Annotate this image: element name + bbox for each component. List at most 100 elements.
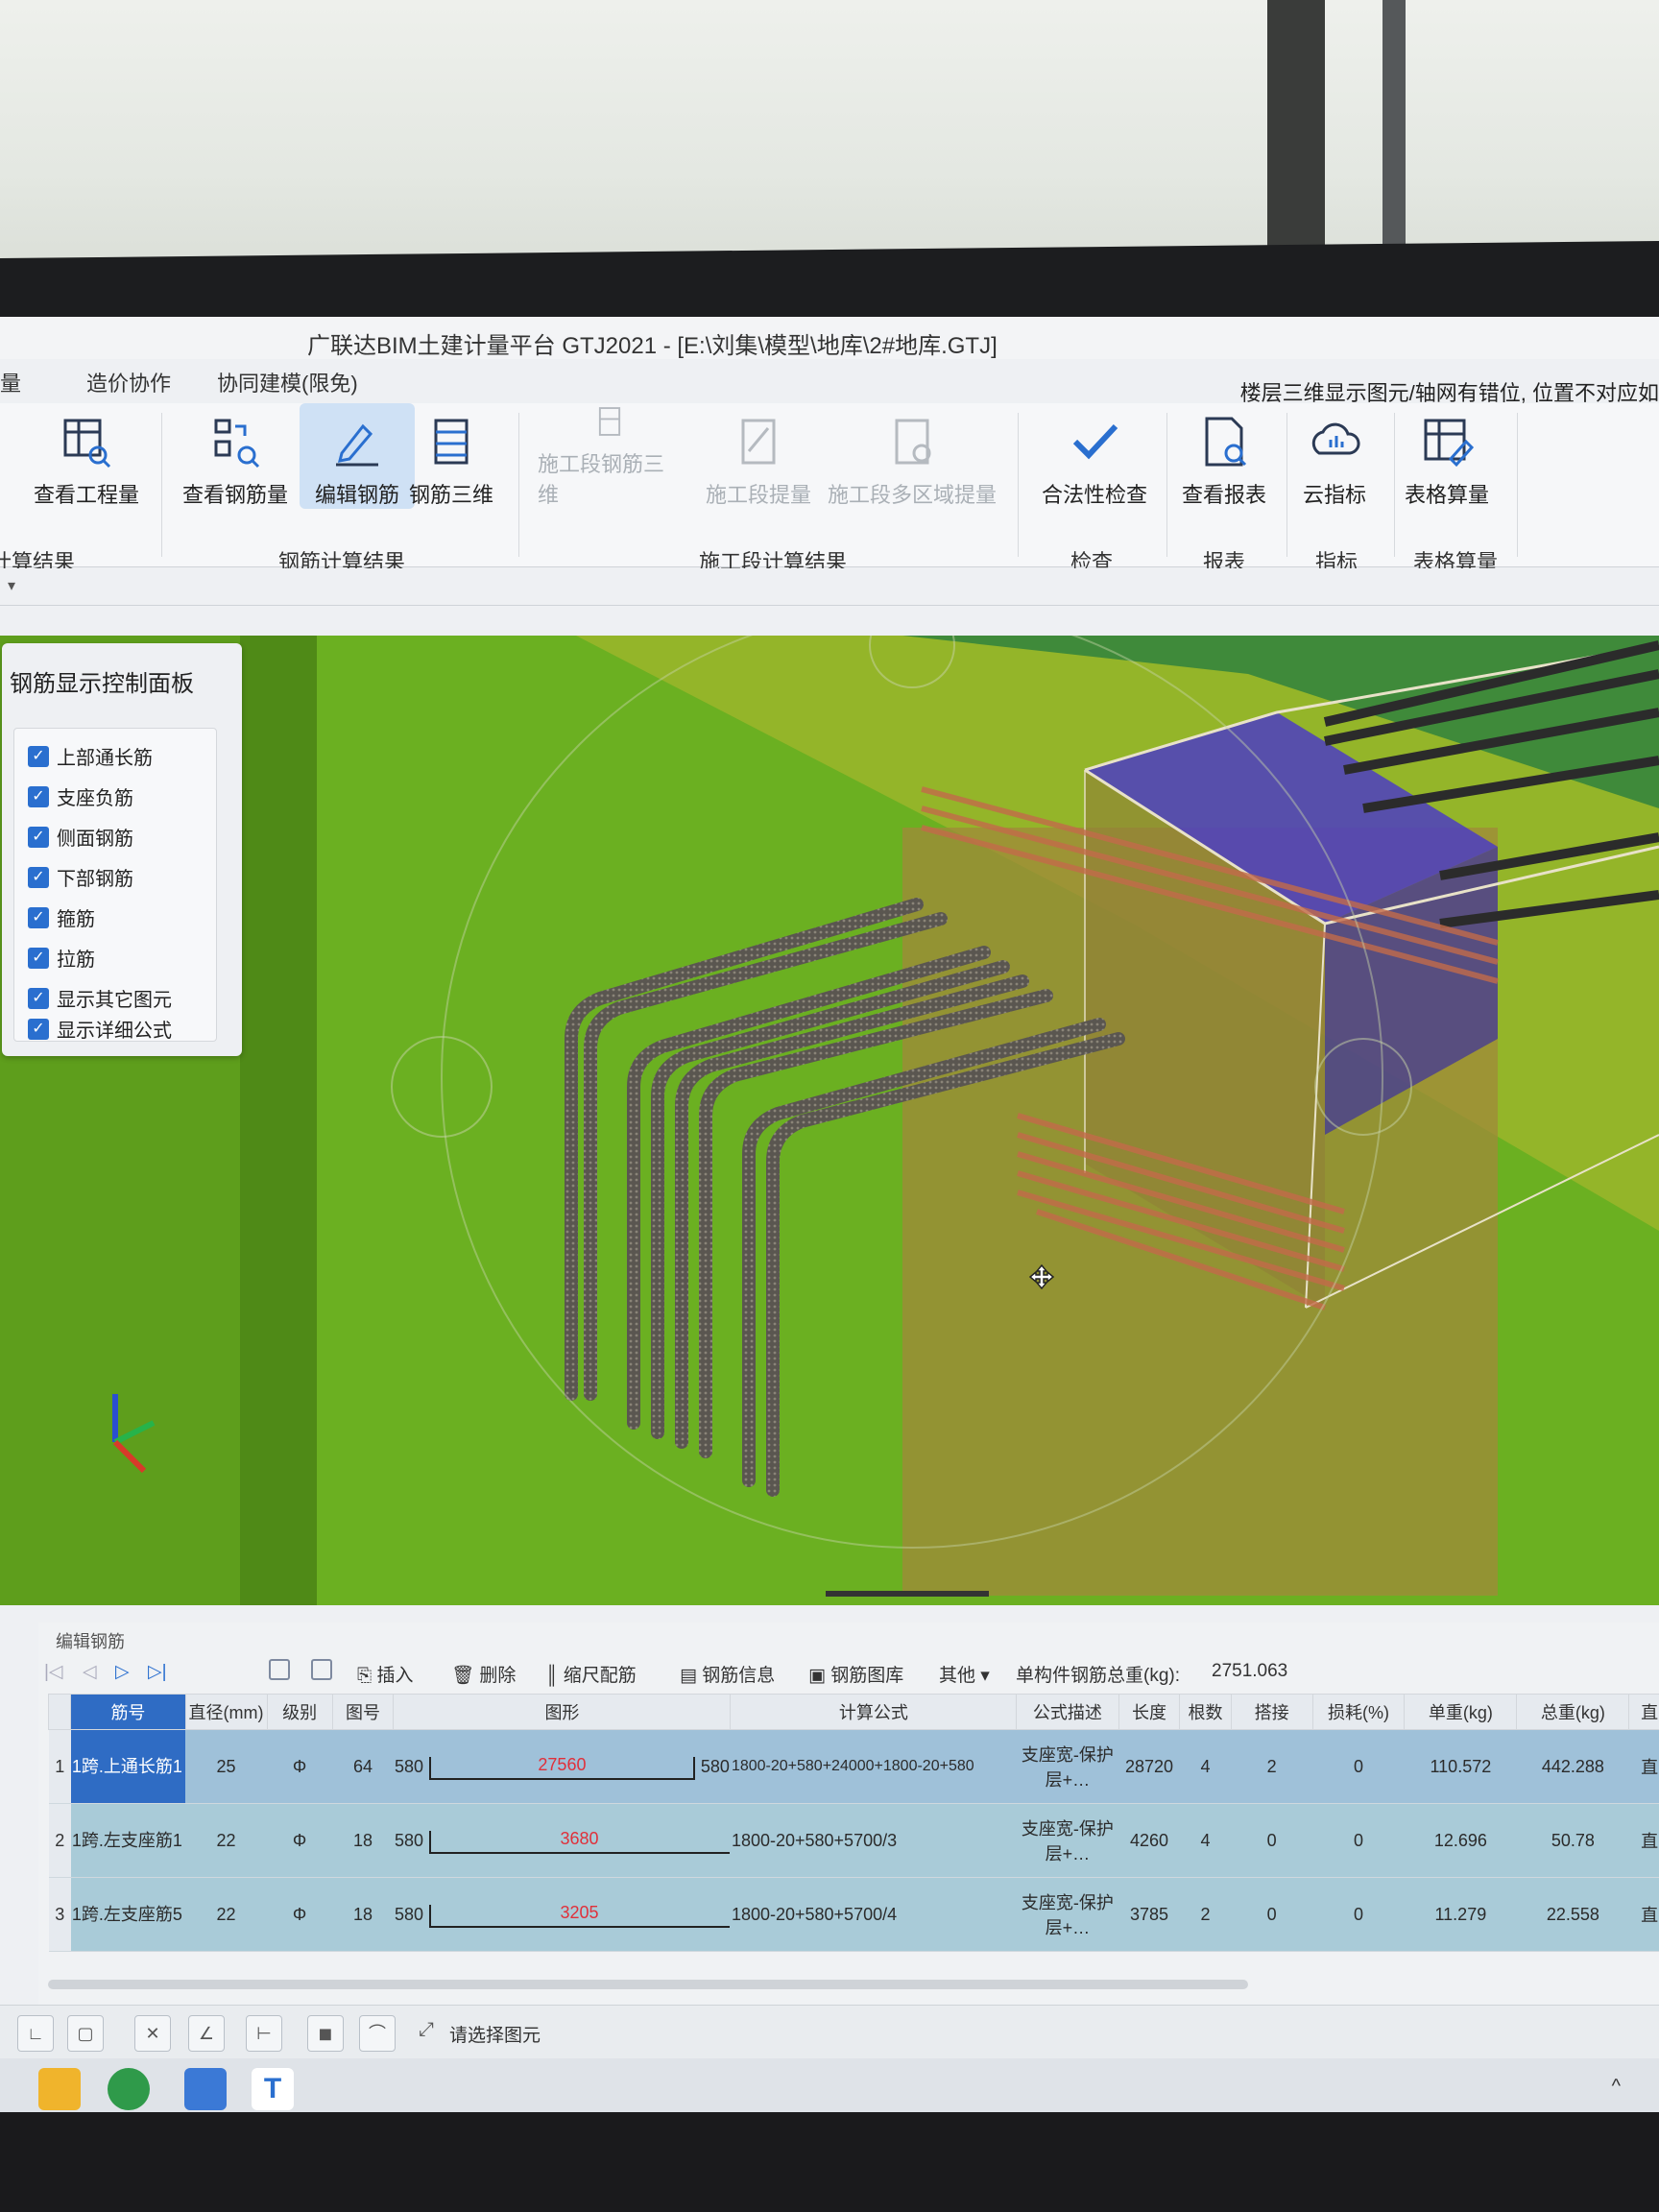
length-cell[interactable]: 3785: [1118, 1877, 1180, 1952]
diameter-cell[interactable]: 22: [185, 1803, 268, 1878]
stage-quantity-button[interactable]: 施工段提量: [691, 403, 826, 509]
grade-cell[interactable]: Φ: [267, 1729, 333, 1804]
menu-item-collab-modeling[interactable]: 协同建模(限免): [217, 367, 358, 401]
prev-icon[interactable]: ◁: [83, 1661, 97, 1683]
unit-weight-cell[interactable]: 12.696: [1404, 1803, 1517, 1878]
diameter-cell[interactable]: 25: [185, 1729, 268, 1804]
ribbon-button-partial[interactable]: 式: [0, 403, 19, 509]
loss-cell[interactable]: 0: [1312, 1803, 1405, 1878]
column-header[interactable]: 直径(mm): [184, 1694, 268, 1730]
view-rebar-quantity-button[interactable]: 查看钢筋量: [178, 403, 293, 509]
angle-icon[interactable]: ∠: [188, 2015, 225, 2052]
lap-cell[interactable]: 2: [1231, 1729, 1313, 1804]
scale-rebar-button[interactable]: ║ 缩尺配筋: [545, 1661, 637, 1687]
checkbox-show-formula[interactable]: ✓ 显示详细公式: [28, 1015, 172, 1043]
column-header[interactable]: 损耗(%): [1311, 1694, 1406, 1730]
unit-weight-cell[interactable]: 11.279: [1404, 1877, 1517, 1952]
validity-check-button[interactable]: 合法性检查: [1032, 403, 1157, 509]
rebar-library-button[interactable]: ▣ 钢筋图库: [808, 1661, 903, 1687]
lap-cell[interactable]: 0: [1231, 1803, 1313, 1878]
checkbox-stirrup[interactable]: ✓ 箍筋: [28, 903, 95, 931]
insert-above-icon[interactable]: [269, 1659, 290, 1680]
count-cell[interactable]: 4: [1179, 1729, 1232, 1804]
view-report-button[interactable]: 查看报表: [1166, 403, 1282, 509]
next-icon[interactable]: ▷: [115, 1661, 130, 1683]
column-header[interactable]: 计算公式: [730, 1694, 1018, 1730]
checkbox-support-negative[interactable]: ✓ 支座负筋: [28, 782, 133, 810]
text-editor-icon[interactable]: T: [252, 2068, 294, 2110]
total-weight-cell[interactable]: 22.558: [1516, 1877, 1629, 1952]
loss-cell[interactable]: 0: [1312, 1877, 1405, 1952]
figure-number-cell[interactable]: 64: [332, 1729, 394, 1804]
count-cell[interactable]: 2: [1179, 1877, 1232, 1952]
rebar-name-cell[interactable]: 1跨.上通长筋1: [70, 1729, 185, 1804]
stage-rebar-3d-button[interactable]: 施工段钢筋三维: [538, 403, 682, 509]
grade-cell[interactable]: Φ: [267, 1803, 333, 1878]
last-icon[interactable]: ▷|: [148, 1661, 167, 1683]
shape-cell[interactable]: 580 3680: [393, 1803, 731, 1878]
checkbox-top-continuous[interactable]: ✓ 上部通长筋: [28, 742, 153, 770]
line-tool-icon[interactable]: ⊢: [246, 2015, 282, 2052]
column-header[interactable]: 根数: [1179, 1694, 1232, 1730]
rebar-3d-button[interactable]: 钢筋三维: [394, 403, 509, 509]
checkbox-tie-bar[interactable]: ✓ 拉筋: [28, 944, 95, 972]
menu-item-quantity[interactable]: 量: [0, 367, 21, 401]
shape-cell[interactable]: 580 3205: [393, 1877, 731, 1952]
formula-desc-cell[interactable]: 支座宽-保护层+…: [1016, 1803, 1119, 1878]
delete-button[interactable]: 🗑 删除: [451, 1661, 516, 1687]
corner-snap-icon[interactable]: ∟: [17, 2015, 54, 2052]
formula-desc-cell[interactable]: 支座宽-保护层+…: [1016, 1877, 1119, 1952]
rebar-info-button[interactable]: ▤ 钢筋信息: [680, 1661, 775, 1687]
gtj-app-icon[interactable]: [184, 2068, 227, 2110]
insert-below-icon[interactable]: [311, 1659, 332, 1680]
stage-multi-region-button[interactable]: 施工段多区域提量: [826, 403, 998, 509]
column-header[interactable]: 长度: [1118, 1694, 1181, 1730]
3d-viewport[interactable]: 钢筋显示控制面板 ✓ 上部通长筋 ✓ 支座负筋 ✓ 侧面钢筋 ✓ 下部钢筋 ✓ 箍筋 ✓ 拉…: [0, 636, 1659, 1605]
first-icon[interactable]: |◁: [44, 1661, 63, 1683]
table-row[interactable]: 1 1跨.上通长筋1 25 Φ 64 580 27560 580 1800-20…: [48, 1729, 1659, 1804]
close-icon[interactable]: ✕: [134, 2015, 171, 2052]
extra-cell[interactable]: 直: [1628, 1803, 1659, 1878]
loss-cell[interactable]: 0: [1312, 1729, 1405, 1804]
checkbox-show-other[interactable]: ✓ 显示其它图元: [28, 984, 172, 1012]
viewport-splitter[interactable]: [826, 1591, 989, 1597]
rebar-name-cell[interactable]: 1跨.左支座筋1: [70, 1803, 185, 1878]
shape-cell[interactable]: 580 27560 580: [393, 1729, 731, 1804]
column-header[interactable]: 直: [1628, 1694, 1659, 1730]
extra-cell[interactable]: 直: [1628, 1729, 1659, 1804]
formula-desc-cell[interactable]: 支座宽-保护层+…: [1016, 1729, 1119, 1804]
extra-cell[interactable]: 直: [1628, 1877, 1659, 1952]
diameter-cell[interactable]: 22: [185, 1877, 268, 1952]
column-header[interactable]: 级别: [266, 1694, 333, 1730]
folder-icon[interactable]: [38, 2068, 81, 2110]
menu-item-cost-collab[interactable]: 造价协作: [86, 367, 171, 401]
column-header[interactable]: 单重(kg): [1404, 1694, 1518, 1730]
formula-cell[interactable]: 1800-20+580+24000+1800-20+580: [730, 1729, 1017, 1804]
column-header[interactable]: 搭接: [1230, 1694, 1313, 1730]
horizontal-scrollbar[interactable]: [48, 1980, 1248, 1989]
insert-button[interactable]: ⎘ 插入: [357, 1661, 414, 1687]
total-weight-cell[interactable]: 50.78: [1516, 1803, 1629, 1878]
grade-cell[interactable]: Φ: [267, 1877, 333, 1952]
chevron-up-icon[interactable]: ^: [1612, 2076, 1621, 2098]
column-header[interactable]: 公式描述: [1016, 1694, 1119, 1730]
column-header[interactable]: 图号: [331, 1694, 395, 1730]
formula-cell[interactable]: 1800-20+580+5700/4: [730, 1877, 1017, 1952]
figure-number-cell[interactable]: 18: [332, 1803, 394, 1878]
table-row[interactable]: 2 1跨.左支座筋1 22 Φ 18 580 3680 1800-20+580+…: [48, 1803, 1659, 1878]
chevron-down-icon[interactable]: ▾: [8, 576, 15, 595]
rebar-name-cell[interactable]: 1跨.左支座筋5: [70, 1877, 185, 1952]
column-header[interactable]: 图形: [393, 1694, 732, 1730]
column-header[interactable]: 总重(kg): [1516, 1694, 1630, 1730]
lap-cell[interactable]: 0: [1231, 1877, 1313, 1952]
fill-tool-icon[interactable]: ◼: [307, 2015, 344, 2052]
column-header[interactable]: 筋号: [70, 1694, 186, 1730]
other-menu[interactable]: 其他 ▾: [939, 1661, 990, 1687]
wechat-icon[interactable]: [108, 2068, 150, 2110]
cloud-index-button[interactable]: 云指标: [1277, 403, 1392, 509]
table-row[interactable]: 3 1跨.左支座筋5 22 Φ 18 580 3205 1800-20+580+…: [48, 1877, 1659, 1952]
count-cell[interactable]: 4: [1179, 1803, 1232, 1878]
table-quantity-button[interactable]: 表格算量: [1389, 403, 1504, 509]
checkbox-bottom-rebar[interactable]: ✓ 下部钢筋: [28, 863, 133, 891]
total-weight-cell[interactable]: 442.288: [1516, 1729, 1629, 1804]
